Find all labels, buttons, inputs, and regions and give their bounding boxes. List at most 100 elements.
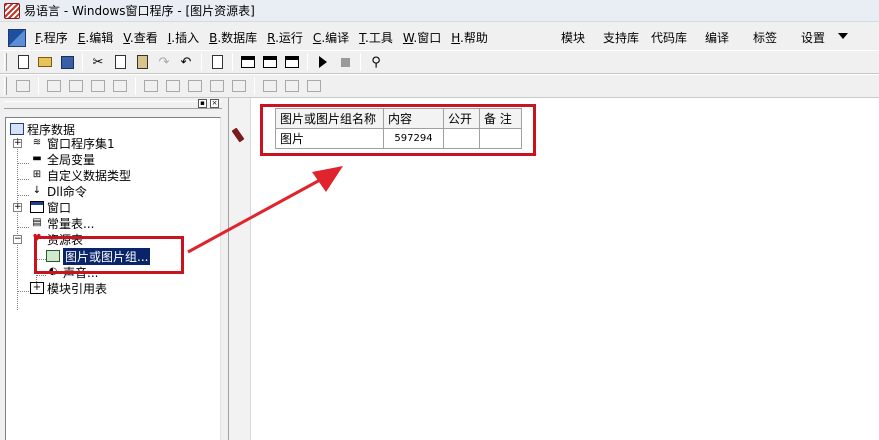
toolbar-separator [254, 77, 255, 95]
open-button[interactable] [34, 52, 56, 72]
collapse-toggle-icon[interactable]: − [13, 235, 22, 244]
cut-button[interactable]: ✂ [87, 52, 109, 72]
space-vertical-icon [166, 80, 180, 92]
menu-compile-right[interactable]: 编译 [705, 26, 729, 50]
space-h-button[interactable] [140, 76, 162, 96]
stack-icon: ≋ [32, 137, 42, 148]
menu-code-lib[interactable]: 代码库 [651, 26, 687, 50]
undo-icon: ↶ [180, 54, 192, 70]
toolbar-separator [232, 53, 233, 71]
run-button[interactable] [312, 52, 334, 72]
center-h-button[interactable] [259, 76, 281, 96]
same-height-icon [210, 80, 224, 92]
menu-database[interactable]: B.数据库 [204, 28, 262, 48]
layout-3-button[interactable] [281, 52, 303, 72]
tree-item-global-vars[interactable]: ▬ 全局变量 [30, 151, 95, 167]
main-toolbar: ✂ ↷ ↶ ⚲ [0, 50, 879, 74]
redo-button[interactable]: ↷ [153, 52, 175, 72]
title-bar: 易语言 - Windows窗口程序 - [图片资源表] [0, 0, 879, 22]
menu-view[interactable]: V.查看 [118, 28, 163, 48]
toolbar-separator [360, 53, 361, 71]
editor-gutter [229, 98, 251, 440]
center-both-button[interactable] [303, 76, 325, 96]
window-title: 易语言 - Windows窗口程序 - [图片资源表] [24, 4, 255, 18]
open-folder-icon [38, 57, 52, 67]
stop-button[interactable] [334, 52, 356, 72]
menu-insert[interactable]: I.插入 [163, 28, 204, 48]
menu-tags[interactable]: 标签 [753, 26, 777, 50]
menu-compile[interactable]: C.编译 [308, 28, 354, 48]
tree-item-dll-commands[interactable]: ↓ Dll命令 [30, 183, 87, 199]
menu-help[interactable]: H.帮助 [446, 28, 493, 48]
undo-button[interactable]: ↶ [175, 52, 197, 72]
tree-item-custom-types[interactable]: ⊞ 自定义数据类型 [30, 167, 131, 183]
align-button[interactable] [12, 76, 34, 96]
panel-restore-icon[interactable]: ▪ [198, 99, 207, 108]
align-right-button[interactable] [87, 76, 109, 96]
tree-item-module-refs[interactable]: + 模块引用表 [30, 280, 107, 296]
scissors-icon: ✂ [92, 54, 104, 70]
align-center-icon [69, 80, 83, 92]
space-horizontal-icon [144, 80, 158, 92]
binoculars-icon: ⚲ [371, 54, 381, 70]
save-button[interactable] [56, 52, 78, 72]
menu-run[interactable]: R.运行 [262, 28, 308, 48]
save-disk-icon [60, 55, 74, 69]
align-left-button[interactable] [43, 76, 65, 96]
tree-item-window-assembly[interactable]: ≋ 窗口程序集1 [30, 135, 115, 151]
menu-tools[interactable]: T.工具 [354, 28, 398, 48]
menu-window[interactable]: W.窗口 [398, 28, 446, 48]
same-size-icon [232, 80, 246, 92]
panel-header[interactable] [4, 101, 222, 109]
find-icon [211, 55, 223, 69]
program-data-icon [10, 123, 24, 135]
center-v-button[interactable] [281, 76, 303, 96]
same-size-button[interactable] [228, 76, 250, 96]
toolbar-separator [135, 77, 136, 95]
menu-program[interactable]: F.程序 [30, 28, 73, 48]
align-toolbar [0, 74, 879, 98]
center-horizontal-icon [263, 80, 277, 92]
copy-button[interactable] [109, 52, 131, 72]
menu-app-icon[interactable] [8, 29, 26, 47]
tree-item-constants[interactable]: ▤ 常量表... [30, 215, 94, 231]
align-center-button[interactable] [65, 76, 87, 96]
tree-highlight-box [34, 236, 184, 274]
project-tree: 程序数据 + ≋ 窗口程序集1 ▬ 全局变量 ⊞ 自定义数据类型 ↓ Dll命令… [5, 117, 221, 440]
settings-dropdown-icon[interactable] [838, 33, 848, 39]
new-file-button[interactable] [12, 52, 34, 72]
paste-button[interactable] [131, 52, 153, 72]
align-left-icon [47, 80, 61, 92]
toolbar-grip[interactable] [4, 53, 7, 71]
center-both-icon [307, 80, 321, 92]
menu-bar: F.程序 E.编辑 V.查看 I.插入 B.数据库 R.运行 C.编译 T.工具… [0, 26, 879, 50]
layout-icon [285, 56, 299, 68]
tree-line [17, 163, 29, 164]
toolbar-grip[interactable] [4, 77, 7, 95]
space-v-button[interactable] [162, 76, 184, 96]
layout-icon [263, 56, 277, 68]
same-width-button[interactable] [184, 76, 206, 96]
center-vertical-icon [285, 80, 299, 92]
layout-2-button[interactable] [259, 52, 281, 72]
menu-module[interactable]: 模块 [561, 26, 585, 50]
tree-item-window[interactable]: 窗口 [30, 199, 71, 215]
toolbar-separator [38, 77, 39, 95]
menu-support-lib[interactable]: 支持库 [603, 26, 639, 50]
expand-toggle-icon[interactable]: + [13, 139, 22, 148]
align-top-button[interactable] [109, 76, 131, 96]
layout-icon [241, 56, 255, 68]
find-button[interactable] [206, 52, 228, 72]
tree-line [17, 291, 29, 292]
menu-settings[interactable]: 设置 [801, 26, 825, 50]
expand-toggle-icon[interactable]: + [13, 203, 22, 212]
toolbar-separator [201, 53, 202, 71]
tree-line [17, 195, 29, 196]
debug-button[interactable]: ⚲ [365, 52, 387, 72]
same-height-button[interactable] [206, 76, 228, 96]
paste-clipboard-icon [136, 55, 148, 69]
window-icon [30, 201, 44, 213]
panel-close-icon[interactable]: × [210, 99, 219, 108]
menu-edit[interactable]: E.编辑 [73, 28, 118, 48]
layout-1-button[interactable] [237, 52, 259, 72]
